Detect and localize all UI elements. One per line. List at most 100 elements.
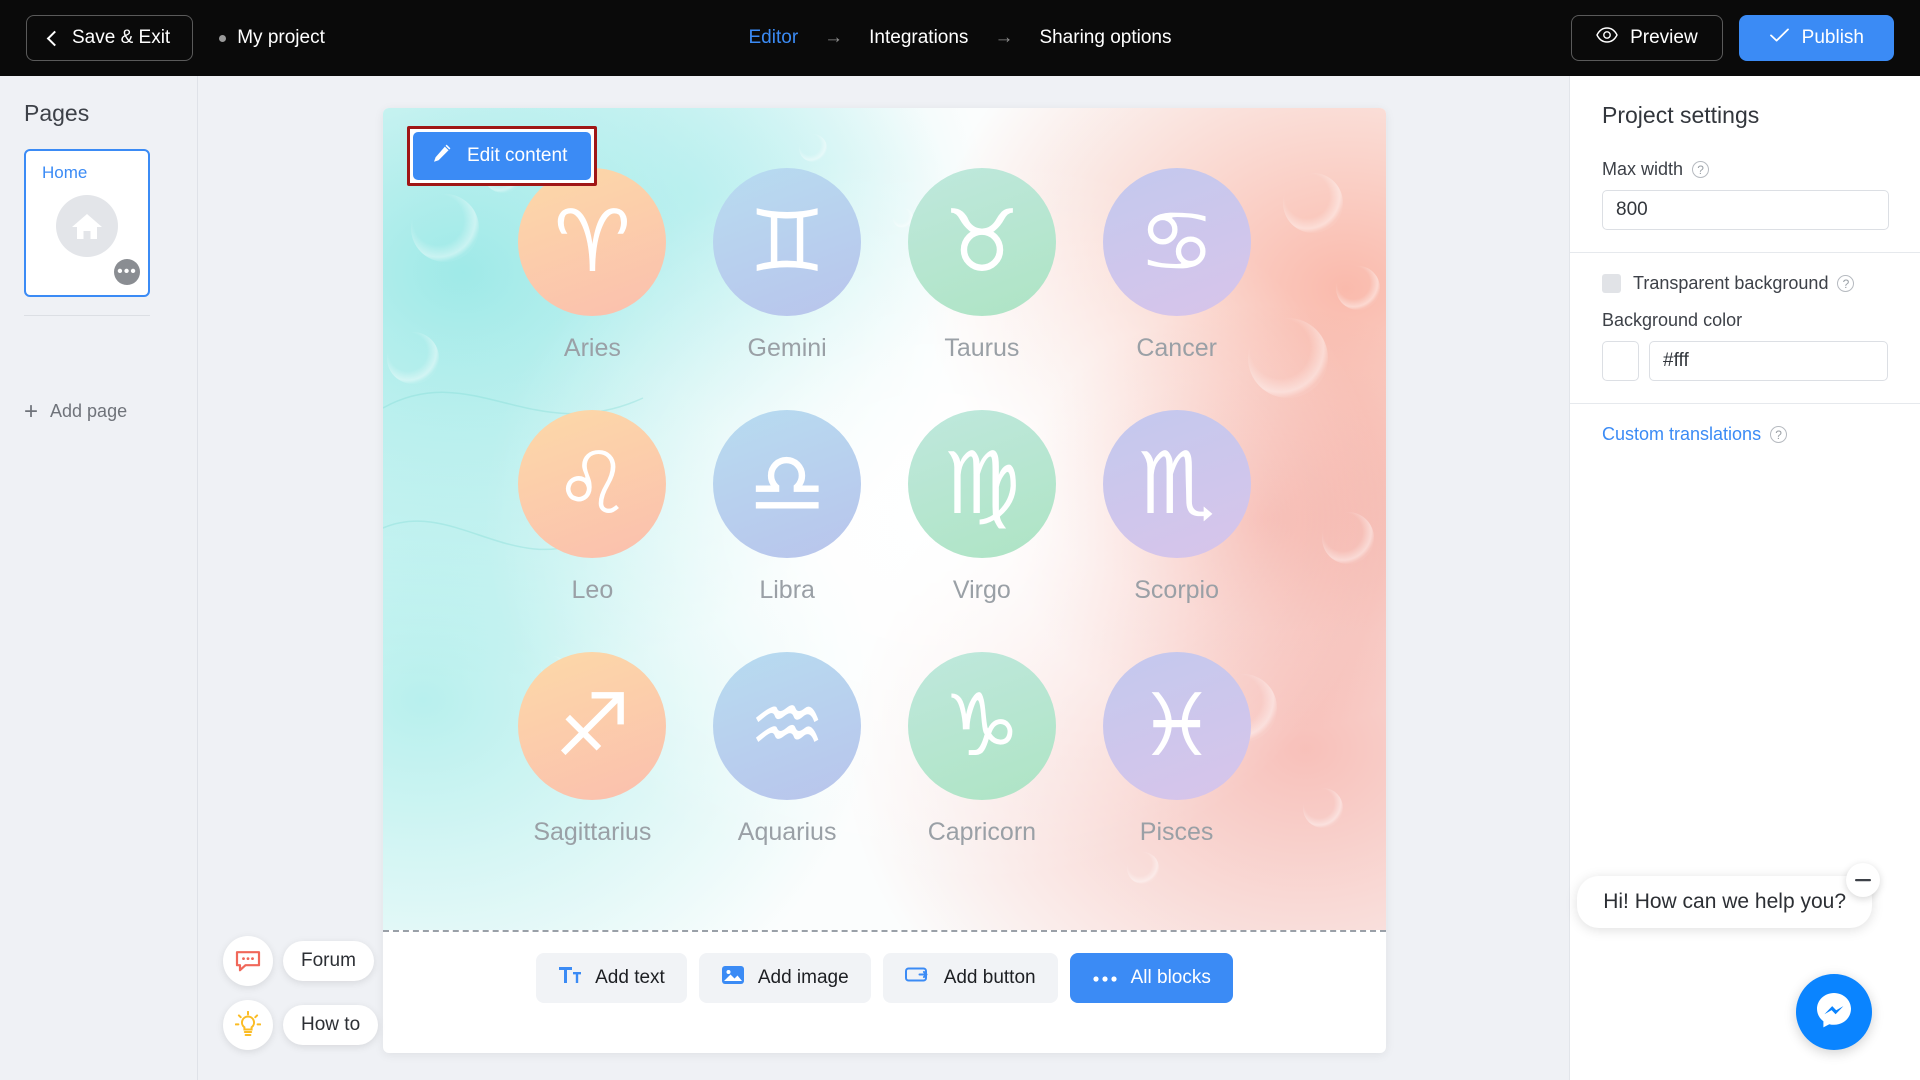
how-to-help-row[interactable]: How to xyxy=(223,1000,379,1050)
zodiac-circle-taurus: ♉ xyxy=(907,168,1056,316)
zodiac-label: Scorpio xyxy=(1134,576,1219,604)
chat-greeting-bubble[interactable]: Hi! How can we help you? xyxy=(1577,876,1872,928)
top-bar: Save & Exit My project Editor → Integrat… xyxy=(0,0,1920,76)
libra-icon: ♎ xyxy=(748,434,826,534)
zodiac-label: Capricorn xyxy=(927,818,1037,846)
zodiac-item[interactable]: ♉ Taurus xyxy=(885,168,1080,410)
publish-button[interactable]: Publish xyxy=(1738,15,1894,61)
top-bar-actions: Preview Publish xyxy=(1571,15,1894,61)
zodiac-item[interactable]: ♏ Scorpio xyxy=(1079,410,1274,652)
background-color-row xyxy=(1602,341,1888,381)
chat-minimize-button[interactable] xyxy=(1846,863,1880,897)
add-text-button[interactable]: Add text xyxy=(536,953,687,1003)
add-page-label: Add page xyxy=(50,401,128,421)
save-and-exit-label: Save & Exit xyxy=(72,27,171,48)
nav-tab-editor[interactable]: Editor xyxy=(741,27,807,49)
max-width-section: Max width ? xyxy=(1570,159,1920,230)
zodiac-label: Aries xyxy=(563,334,621,362)
transparent-background-label: Transparent background xyxy=(1633,273,1829,293)
background-section: Transparent background ? Background colo… xyxy=(1570,273,1920,381)
question-icon[interactable]: ? xyxy=(1692,161,1710,178)
zodiac-item[interactable]: ♓ Pisces xyxy=(1079,652,1274,894)
all-blocks-label: All blocks xyxy=(1130,967,1211,988)
project-name-group[interactable]: My project xyxy=(219,27,325,49)
nav-tab-sharing-options[interactable]: Sharing options xyxy=(1031,27,1179,49)
zodiac-item[interactable]: ♑ Capricorn xyxy=(885,652,1080,894)
zodiac-circle-aries: ♈ xyxy=(518,168,667,316)
preview-button[interactable]: Preview xyxy=(1571,15,1723,61)
background-color-input[interactable] xyxy=(1649,341,1888,381)
custom-translations-label[interactable]: Custom translations xyxy=(1602,424,1761,445)
zodiac-item[interactable]: ♍ Virgo xyxy=(885,410,1080,652)
arrow-right-icon: → xyxy=(824,27,844,48)
publish-label: Publish xyxy=(1801,27,1864,48)
background-color-swatch[interactable] xyxy=(1602,341,1639,381)
page-card-home[interactable]: Home ••• xyxy=(24,149,150,297)
aries-icon: ♈ xyxy=(553,192,631,292)
max-width-label: Max width xyxy=(1602,159,1684,179)
add-page-button[interactable]: + Add page xyxy=(24,399,128,423)
pages-title: Pages xyxy=(24,100,90,126)
preview-label: Preview xyxy=(1630,27,1698,48)
question-icon[interactable]: ? xyxy=(1837,275,1855,292)
forum-label[interactable]: Forum xyxy=(283,941,374,981)
edit-content-button[interactable]: Edit content xyxy=(413,132,592,180)
pencil-icon xyxy=(431,142,453,170)
zodiac-circle-capricorn: ♑ xyxy=(907,652,1056,800)
zodiac-label: Aquarius xyxy=(737,818,837,846)
save-and-exit-button[interactable]: Save & Exit xyxy=(26,15,194,61)
virgo-icon: ♍ xyxy=(943,434,1021,534)
zodiac-item[interactable]: ♐ Sagittarius xyxy=(495,652,690,894)
home-icon xyxy=(56,194,118,257)
leo-icon: ♌ xyxy=(553,434,631,534)
zodiac-label: Sagittarius xyxy=(533,818,652,846)
status-dot-icon xyxy=(219,34,227,42)
transparent-background-label-row: Transparent background ? xyxy=(1633,273,1855,294)
zodiac-item[interactable]: ♈ Aries xyxy=(495,168,690,410)
chat-bubble-icon[interactable] xyxy=(223,936,273,986)
question-icon[interactable]: ? xyxy=(1770,426,1788,443)
page-options-ellipsis-icon[interactable]: ••• xyxy=(114,259,140,285)
panel-divider xyxy=(1570,403,1920,404)
how-to-label[interactable]: How to xyxy=(283,1005,379,1045)
transparent-background-checkbox[interactable] xyxy=(1602,274,1621,293)
zodiac-label: Taurus xyxy=(944,334,1020,362)
block-toolbar: Add text Add image Add button All blocks xyxy=(383,953,1386,1003)
nav-tab-integrations[interactable]: Integrations xyxy=(861,27,976,49)
zodiac-circle-leo: ♌ xyxy=(518,410,667,558)
project-name-label: My project xyxy=(237,27,325,48)
add-image-button[interactable]: Add image xyxy=(698,953,871,1003)
canvas-area: ♈ Aries ♊ Gemini ♉ Taurus ♋ Cancer ♌ Leo… xyxy=(198,76,1569,1080)
custom-translations-link-row[interactable]: Custom translations ? xyxy=(1602,424,1888,445)
capricorn-icon: ♑ xyxy=(943,676,1021,776)
forum-help-row[interactable]: Forum xyxy=(223,936,378,986)
messenger-chat-button[interactable] xyxy=(1796,974,1872,1050)
add-image-label: Add image xyxy=(757,967,849,988)
add-button-button[interactable]: Add button xyxy=(882,953,1058,1003)
chevron-left-icon xyxy=(46,30,63,46)
lightbulb-icon[interactable] xyxy=(223,1000,273,1050)
panel-divider xyxy=(1570,252,1920,253)
sagittarius-icon: ♐ xyxy=(553,676,631,776)
add-button-label: Add button xyxy=(943,967,1036,988)
zodiac-item[interactable]: ♊ Gemini xyxy=(690,168,885,410)
breadcrumb: Editor → Integrations → Sharing options xyxy=(741,27,1180,49)
zodiac-label: Virgo xyxy=(952,576,1011,604)
zodiac-item[interactable]: ♎ Libra xyxy=(690,410,885,652)
sidebar-divider xyxy=(24,315,150,316)
messenger-icon xyxy=(1813,989,1855,1036)
aquarius-icon: ♒ xyxy=(748,676,826,776)
zodiac-circle-sagittarius: ♐ xyxy=(518,652,667,800)
zodiac-circle-scorpio: ♏ xyxy=(1102,410,1251,558)
zodiac-item[interactable]: ♋ Cancer xyxy=(1079,168,1274,410)
zodiac-grid: ♈ Aries ♊ Gemini ♉ Taurus ♋ Cancer ♌ Leo… xyxy=(383,108,1386,930)
gemini-icon: ♊ xyxy=(748,192,826,292)
max-width-label-row: Max width ? xyxy=(1602,159,1888,180)
background-color-label: Background color xyxy=(1602,310,1743,330)
image-icon xyxy=(721,963,745,993)
zodiac-item[interactable]: ♒ Aquarius xyxy=(690,652,885,894)
zodiac-item[interactable]: ♌ Leo xyxy=(495,410,690,652)
transparent-background-row[interactable]: Transparent background ? xyxy=(1602,273,1888,294)
all-blocks-button[interactable]: All blocks xyxy=(1069,953,1233,1003)
max-width-input[interactable] xyxy=(1602,190,1889,230)
